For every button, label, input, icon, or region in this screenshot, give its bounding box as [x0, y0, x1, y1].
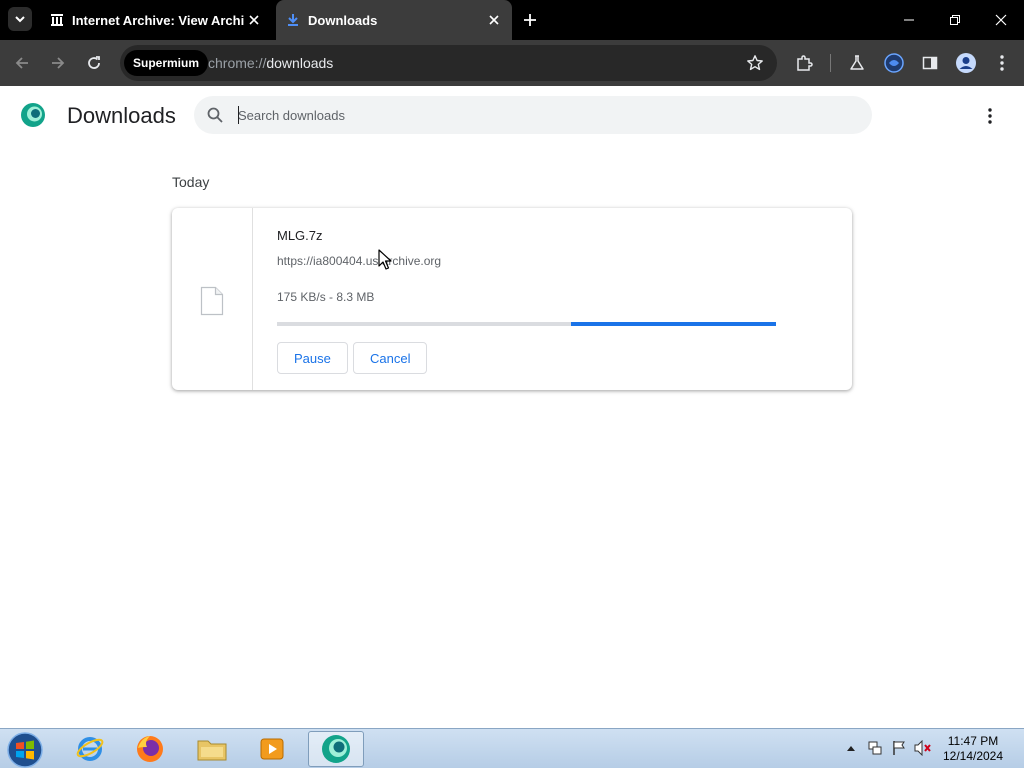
- tab-title: Downloads: [308, 12, 378, 28]
- kebab-menu-icon: [988, 108, 992, 124]
- tab-close-icon[interactable]: [244, 10, 264, 30]
- download-progress-fill: [571, 322, 776, 326]
- download-favicon-icon: [286, 13, 300, 27]
- url-text: chrome://downloads: [208, 55, 333, 71]
- globe-icon: [884, 53, 904, 73]
- volume-tray-icon[interactable]: [914, 739, 932, 757]
- file-icon-column: [172, 208, 253, 390]
- back-button[interactable]: [10, 51, 34, 75]
- browser-toolbar: Supermium chrome://downloads: [0, 40, 1024, 86]
- tab-title: Internet Archive: View Archive: [72, 12, 244, 28]
- new-tab-button[interactable]: [520, 10, 540, 30]
- page-title: Downloads: [67, 103, 176, 128]
- volume-muted-icon: [914, 740, 931, 756]
- restore-icon: [950, 15, 960, 25]
- show-hidden-icons-button[interactable]: [842, 739, 860, 757]
- taskbar-media-player[interactable]: [244, 731, 300, 767]
- forward-button[interactable]: [46, 51, 70, 75]
- close-icon: [995, 14, 1007, 26]
- pause-button[interactable]: Pause: [277, 342, 348, 374]
- download-item-card: MLG.7z https://ia800404.us.archive.org 1…: [172, 208, 852, 390]
- file-icon: [200, 286, 224, 316]
- action-center-tray-icon[interactable]: [890, 739, 908, 757]
- download-status: 175 KB/s - 8.3 MB: [277, 290, 375, 304]
- media-player-icon: [260, 738, 284, 760]
- plus-icon: [524, 14, 536, 26]
- internet-explorer-icon: [76, 737, 104, 761]
- close-window-button[interactable]: [989, 8, 1013, 32]
- side-panel-icon: [922, 56, 938, 70]
- mouse-pointer-icon: [378, 249, 392, 270]
- taskbar-firefox[interactable]: [122, 731, 178, 767]
- star-icon: [747, 55, 763, 71]
- avatar-icon: [956, 53, 976, 73]
- windows-taskbar: 11:47 PM 12/14/2024: [0, 728, 1024, 768]
- arrow-right-icon: [52, 57, 65, 69]
- text-caret: [238, 106, 239, 124]
- extension-globe-button[interactable]: [882, 51, 906, 75]
- taskbar-internet-explorer[interactable]: [62, 731, 118, 767]
- tab-internet-archive[interactable]: Internet Archive: View Archive: [40, 0, 272, 40]
- tab-downloads[interactable]: Downloads: [276, 0, 512, 40]
- url-host: downloads: [266, 55, 334, 71]
- download-progress-bar: [277, 322, 776, 326]
- minimize-icon: [904, 19, 914, 21]
- chevron-down-icon: [15, 16, 25, 23]
- downloads-menu-button[interactable]: [978, 104, 1002, 128]
- system-clock[interactable]: 11:47 PM 12/14/2024: [940, 734, 1006, 764]
- url-scheme: chrome://: [208, 55, 267, 71]
- chevron-up-icon: [847, 746, 855, 751]
- file-name[interactable]: MLG.7z: [277, 228, 323, 243]
- clock-date: 12/14/2024: [942, 749, 1004, 763]
- taskbar-supermium[interactable]: [308, 731, 364, 767]
- search-icon: [207, 107, 223, 123]
- start-button[interactable]: [6, 731, 44, 769]
- file-source-url[interactable]: https://ia800404.us.archive.org: [277, 254, 441, 268]
- reload-icon: [88, 56, 100, 69]
- supermium-logo-icon: [21, 103, 45, 127]
- tab-search-button[interactable]: [8, 7, 32, 31]
- downloads-page: Downloads Today MLG.7z https://ia800404.…: [0, 86, 1024, 728]
- address-bar[interactable]: Supermium chrome://downloads: [120, 45, 777, 81]
- folder-icon: [197, 740, 227, 761]
- tab-strip: Internet Archive: View Archive Downloads: [0, 0, 1024, 40]
- extensions-button[interactable]: [792, 51, 816, 75]
- labs-button[interactable]: [845, 51, 869, 75]
- flask-icon: [850, 55, 864, 70]
- bookmark-star-button[interactable]: [745, 53, 765, 73]
- date-section-header: Today: [172, 174, 210, 190]
- minimize-button[interactable]: [897, 8, 921, 32]
- arrow-left-icon: [15, 57, 28, 69]
- cancel-button[interactable]: Cancel: [353, 342, 428, 374]
- side-panel-button[interactable]: [918, 51, 942, 75]
- network-tray-icon[interactable]: [866, 739, 884, 757]
- toolbar-divider: [830, 54, 831, 72]
- flag-icon: [893, 741, 905, 755]
- clock-time: 11:47 PM: [947, 734, 999, 748]
- tab-close-icon[interactable]: [484, 10, 504, 30]
- search-box[interactable]: [194, 96, 872, 134]
- reload-button[interactable]: [82, 51, 106, 75]
- archive-favicon-icon: [50, 13, 64, 27]
- profile-button[interactable]: [954, 51, 978, 75]
- supermium-icon: [322, 735, 350, 763]
- network-icon: [868, 741, 882, 755]
- restore-button[interactable]: [943, 8, 967, 32]
- kebab-menu-icon: [1000, 55, 1004, 71]
- taskbar-file-explorer[interactable]: [184, 731, 240, 767]
- browser-menu-button[interactable]: [990, 51, 1014, 75]
- search-input[interactable]: [238, 105, 838, 125]
- firefox-icon: [137, 736, 163, 762]
- site-info-chip[interactable]: Supermium: [124, 50, 209, 76]
- puzzle-icon: [797, 55, 813, 71]
